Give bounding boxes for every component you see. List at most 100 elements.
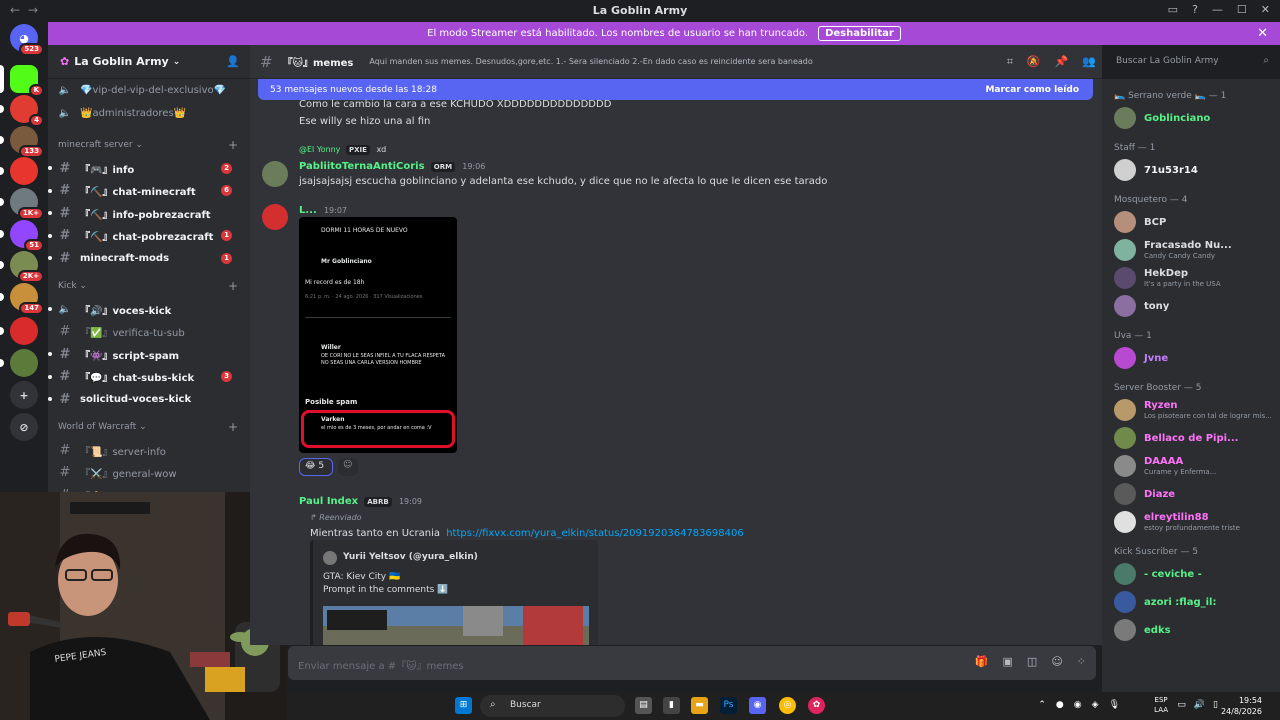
create-channel-icon[interactable]: + <box>228 279 238 293</box>
server-icon[interactable]: 147 <box>10 283 44 315</box>
add-server-icon[interactable]: + <box>10 381 38 409</box>
tray-app-icon[interactable]: ◈ <box>1092 700 1099 710</box>
explore-icon[interactable]: ⊘ <box>10 413 38 441</box>
channel-item[interactable]: 🔈 💎vip-del-vip-del-exclusivo💎 <box>56 80 242 100</box>
channel-item[interactable]: 🔈 👑administradores👑 <box>56 103 242 123</box>
chrome-icon[interactable]: ◎ <box>779 697 796 714</box>
inbox-icon[interactable]: ▭ <box>1168 3 1178 16</box>
channel-item[interactable]: # 『⛏️』info-pobrezacraft <box>48 203 242 223</box>
member-item[interactable]: Diaze <box>1114 481 1278 507</box>
avatar[interactable] <box>262 204 288 230</box>
channel-category[interactable]: World of Warcraft ⌄ + <box>58 420 238 434</box>
close-banner-icon[interactable]: ✕ <box>1257 26 1268 41</box>
taskbar-search[interactable]: ⌕ Buscar <box>480 695 625 717</box>
quick-settings[interactable]: ▭ 🔊 ▯ <box>1177 700 1218 710</box>
channel-item[interactable]: # 『✅』verifica-tu-sub <box>56 322 242 342</box>
server-icon[interactable] <box>10 157 38 185</box>
language-indicator[interactable]: ESP LAA <box>1154 695 1168 715</box>
channel-category[interactable]: minecraft server ⌄ + <box>58 138 238 152</box>
search-input[interactable]: Buscar La Goblin Army ⌕ <box>1110 51 1275 73</box>
reaction-button[interactable]: 😂 5 <box>299 458 333 476</box>
username[interactable]: PabliitoTernaAntiCoris <box>299 161 425 172</box>
avatar[interactable] <box>262 161 288 187</box>
channel-item[interactable]: # 『🎮』info 2 <box>48 158 242 178</box>
server-header[interactable]: ✿ La Goblin Army ⌄ 👤 <box>48 45 250 79</box>
task-view-icon[interactable]: ▤ <box>635 697 652 714</box>
apps-icon[interactable]: ⁘ <box>1077 655 1086 668</box>
message-input[interactable]: Enviar mensaje a #『🐱』memes 🎁 ▣ ◫ ☺ ⁘ <box>288 646 1096 680</box>
member-item[interactable]: Bellaco de Pipi... <box>1114 425 1278 451</box>
app-icon[interactable]: ✿ <box>808 697 825 714</box>
new-messages-bar[interactable]: 53 mensajes nuevos desde las 18:28 Marca… <box>258 79 1093 100</box>
member-item[interactable]: azori :flag_il: <box>1114 589 1278 615</box>
server-icon[interactable]: 133 <box>10 126 44 158</box>
system-tray[interactable]: ⌃ ● ◉ ◈ 🎙 <box>1038 700 1120 710</box>
embed-image[interactable] <box>323 606 589 645</box>
reply-preview[interactable]: @El Yonny PXIE xd <box>299 145 386 155</box>
minimize-icon[interactable]: — <box>1212 3 1223 16</box>
tray-app-icon[interactable]: ◉ <box>1074 700 1082 710</box>
threads-icon[interactable]: ⌗ <box>1007 55 1013 69</box>
maximize-icon[interactable]: ☐ <box>1237 3 1247 16</box>
member-item[interactable]: elreytilin88 estoy profundamente triste <box>1114 509 1278 535</box>
help-icon[interactable]: ? <box>1192 3 1198 16</box>
member-item[interactable]: - ceviche - <box>1114 561 1278 587</box>
tray-app-icon[interactable]: ● <box>1056 700 1064 710</box>
channel-item[interactable]: # 『💬』chat-subs-kick 3 <box>48 367 242 387</box>
member-item[interactable]: edks <box>1114 617 1278 643</box>
photoshop-icon[interactable]: Ps <box>720 697 737 714</box>
member-item[interactable]: Fracasado Nu... Candy Candy Candy <box>1114 237 1278 263</box>
channel-topic[interactable]: Aqui manden sus memes. Desnudos,gore,etc… <box>369 57 829 66</box>
discord-home-icon[interactable]: ◕ 523 <box>10 24 44 56</box>
microphone-icon[interactable]: 🎙 <box>1109 700 1120 710</box>
sticker-icon[interactable]: ◫ <box>1027 655 1037 668</box>
member-item[interactable]: DAAAA Curame y Enferma... <box>1114 453 1278 479</box>
username[interactable]: L... <box>299 205 317 216</box>
channel-item[interactable]: # 『⛏️』chat-pobrezacraft 1 <box>48 226 242 246</box>
server-icon[interactable]: 51 <box>10 220 44 252</box>
server-icon[interactable]: 2K+ <box>10 251 44 283</box>
chevron-up-icon[interactable]: ⌃ <box>1038 700 1046 710</box>
message-list[interactable]: 53 mensajes nuevos desde las 18:28 Marca… <box>250 79 1102 645</box>
file-explorer-icon[interactable]: ▬ <box>691 697 708 714</box>
member-list-icon[interactable]: 👥 <box>1082 55 1096 69</box>
member-item[interactable]: 71u53r14 <box>1114 157 1278 183</box>
create-channel-icon[interactable]: + <box>228 138 238 152</box>
member-item[interactable]: Ryzen Los pisoteare con tal de lograr mis… <box>1114 397 1278 423</box>
server-icon[interactable] <box>10 317 38 345</box>
gift-icon[interactable]: 🎁 <box>975 655 989 668</box>
gif-icon[interactable]: ▣ <box>1003 655 1013 668</box>
clock[interactable]: 19:54 24/8/2026 <box>1221 695 1262 717</box>
image-attachment[interactable]: DORMI 11 HORAS DE NUEVO Mr Goblinciano M… <box>299 217 457 453</box>
member-item[interactable]: Jvne <box>1114 345 1278 371</box>
member-item[interactable]: BCP <box>1114 209 1278 235</box>
windows-start-icon[interactable]: ⊞ <box>455 697 472 714</box>
create-channel-icon[interactable]: + <box>228 420 238 434</box>
discord-taskbar-icon[interactable]: ◉ <box>749 697 766 714</box>
mark-as-read-button[interactable]: Marcar como leído <box>985 85 1079 95</box>
disable-streamer-button[interactable]: Deshabilitar <box>818 26 901 41</box>
close-window-icon[interactable]: ✕ <box>1261 3 1270 16</box>
server-icon[interactable]: K <box>10 65 44 97</box>
channel-item[interactable]: # 『⛏️』chat-minecraft 6 <box>48 181 242 201</box>
channel-item[interactable]: # 『📜』server-info <box>56 440 242 460</box>
channel-item[interactable]: # 『⚔️』general-wow <box>56 463 242 483</box>
embed-author[interactable]: Yurii Yeltsov (@yura_elkin) <box>343 552 478 562</box>
member-item[interactable]: HekDep It's a party in the USA <box>1114 265 1278 291</box>
username[interactable]: Paul Index <box>299 496 358 507</box>
server-icon[interactable]: 1K+ <box>10 188 44 220</box>
server-icon[interactable] <box>10 349 38 377</box>
channel-item[interactable]: # minecraft-mods 1 <box>48 248 242 268</box>
member-item[interactable]: tony <box>1114 293 1278 319</box>
pin-icon[interactable]: 📌 <box>1055 55 1069 69</box>
message-link[interactable]: https://fixvx.com/yura_elkin/status/2091… <box>446 528 744 539</box>
channel-category[interactable]: Kick ⌄ + <box>58 279 238 293</box>
invite-icon[interactable]: 👤 <box>226 55 240 68</box>
emoji-icon[interactable]: ☺ <box>1051 655 1062 668</box>
channel-item[interactable]: 🔈 『🔊』voces-kick <box>48 299 242 319</box>
channel-item[interactable]: # 『👾』script-spam <box>48 344 242 364</box>
app-icon[interactable]: ▮ <box>663 697 680 714</box>
server-icon[interactable]: 4 <box>10 95 44 127</box>
mute-bell-icon[interactable]: 🔕 <box>1027 55 1041 69</box>
channel-item[interactable]: # solicitud-voces-kick <box>48 389 242 409</box>
